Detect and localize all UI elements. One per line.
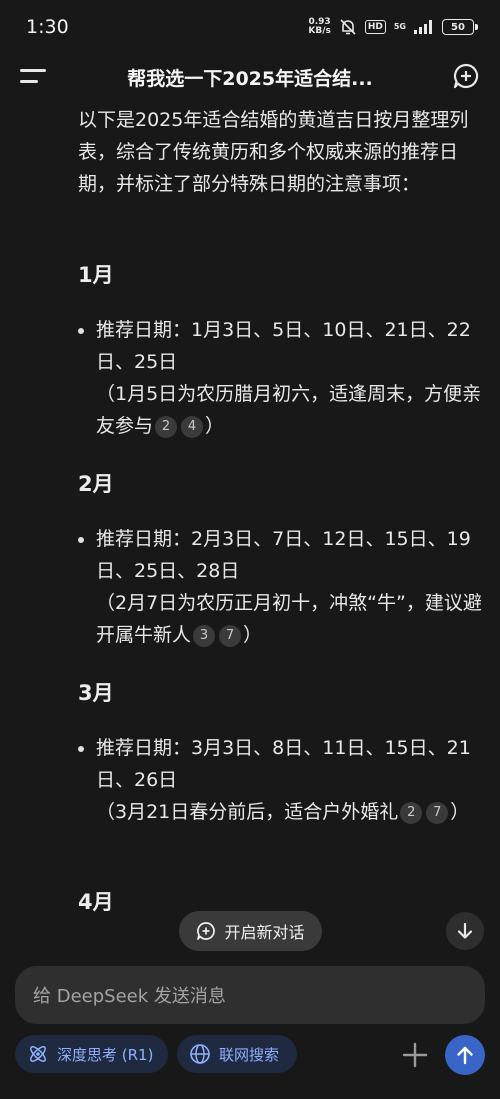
- attach-button[interactable]: [400, 1040, 430, 1070]
- deep-think-label: 深度思考 (R1): [57, 1045, 154, 1064]
- battery-level: 50: [451, 21, 465, 33]
- month-entry: 推荐日期：2月3日、7日、12日、15日、19日、25日、28日 （2月7日为农…: [96, 523, 488, 651]
- message-composer: [15, 966, 485, 1026]
- menu-button[interactable]: [18, 64, 48, 88]
- arrow-up-icon: [457, 1046, 473, 1065]
- citation-badge[interactable]: 2: [155, 416, 178, 438]
- arrow-down-icon: [457, 922, 473, 939]
- status-icons: 0.93 KB/s HD 5G 50: [308, 18, 478, 36]
- note-text: （3月21日春分前后，适合户外婚礼: [96, 801, 399, 823]
- bullet-dot: [78, 328, 84, 334]
- web-search-button[interactable]: 联网搜索: [177, 1035, 297, 1073]
- month-heading: 3月: [78, 681, 114, 705]
- bullet-dot: [78, 537, 84, 543]
- scroll-down-button[interactable]: [446, 912, 484, 950]
- recommended-dates: 推荐日期：1月3日、5日、10日、21日、22日、25日: [96, 319, 471, 373]
- citation-badge[interactable]: 4: [181, 416, 204, 438]
- status-time: 1:30: [26, 16, 69, 38]
- bullet-dot: [78, 746, 84, 752]
- atom-icon: [30, 1046, 46, 1062]
- send-button[interactable]: [445, 1035, 485, 1075]
- recommended-dates: 推荐日期：3月3日、8日、11日、15日、21日、26日: [96, 737, 471, 791]
- date-note: （1月5日为农历腊月初六，适逢周末，方便亲友参与 2 4）: [96, 378, 488, 442]
- battery-icon: 50: [442, 19, 478, 35]
- new-chat-icon: [197, 922, 216, 940]
- new-chat-pill-button[interactable]: 开启新对话: [179, 911, 322, 951]
- status-bar: 1:30 0.93 KB/s HD 5G 50: [0, 0, 500, 56]
- month-entry: 推荐日期：3月3日、8日、11日、15日、21日、26日 （3月21日春分前后，…: [96, 732, 488, 828]
- date-note: （3月21日春分前后，适合户外婚礼 2 7）: [96, 796, 488, 828]
- menu-icon: [20, 69, 46, 72]
- chat-title: 帮我选一下2025年适合结...: [127, 68, 373, 90]
- new-chat-button[interactable]: [452, 62, 480, 90]
- web-search-label: 联网搜索: [219, 1045, 280, 1064]
- month-entry: 推荐日期：1月3日、5日、10日、21日、22日、25日 （1月5日为农历腊月初…: [96, 314, 488, 442]
- new-chat-icon: [453, 63, 479, 89]
- bell-muted-icon: [340, 19, 356, 35]
- chat-content[interactable]: 以下是2025年适合结婚的黄道吉日按月整理列表，综合了传统黄历和多个权威来源的推…: [0, 96, 500, 960]
- recommended-dates: 推荐日期：2月3日、7日、12日、15日、19日、25日、28日: [96, 528, 471, 582]
- app-header: 帮我选一下2025年适合结...: [0, 56, 500, 96]
- citation-badge[interactable]: 7: [219, 625, 242, 647]
- hd-badge: HD: [364, 20, 386, 34]
- note-text: （2月7日为农历正月初十，冲煞“牛”，建议避开属牛新人: [96, 592, 482, 646]
- note-end: ）: [205, 415, 225, 437]
- network-type: 5G: [393, 22, 406, 31]
- globe-icon: [190, 1044, 210, 1064]
- citation-badge[interactable]: 7: [426, 802, 449, 824]
- citation-badge[interactable]: 3: [193, 625, 216, 647]
- plus-icon: [402, 1042, 428, 1068]
- month-heading: 2月: [78, 472, 114, 496]
- message-input[interactable]: [31, 966, 465, 1026]
- citation-badge[interactable]: 2: [400, 802, 423, 824]
- note-end: ）: [450, 801, 470, 823]
- new-chat-label: 开启新对话: [224, 923, 305, 942]
- menu-icon-line: [20, 80, 38, 83]
- network-speed-unit: KB/s: [308, 26, 331, 36]
- network-speed: 0.93 KB/s: [308, 18, 330, 36]
- date-note: （2月7日为农历正月初十，冲煞“牛”，建议避开属牛新人 3 7）: [96, 587, 488, 651]
- note-end: ）: [243, 624, 263, 646]
- deep-think-button[interactable]: 深度思考 (R1): [15, 1035, 168, 1073]
- month-heading: 4月: [78, 890, 114, 914]
- answer-intro: 以下是2025年适合结婚的黄道吉日按月整理列表，综合了传统黄历和多个权威来源的推…: [78, 109, 469, 195]
- note-text: （1月5日为农历腊月初六，适逢周末，方便亲友参与: [96, 383, 482, 437]
- month-heading: 1月: [78, 263, 114, 287]
- signal-icon: [414, 20, 432, 34]
